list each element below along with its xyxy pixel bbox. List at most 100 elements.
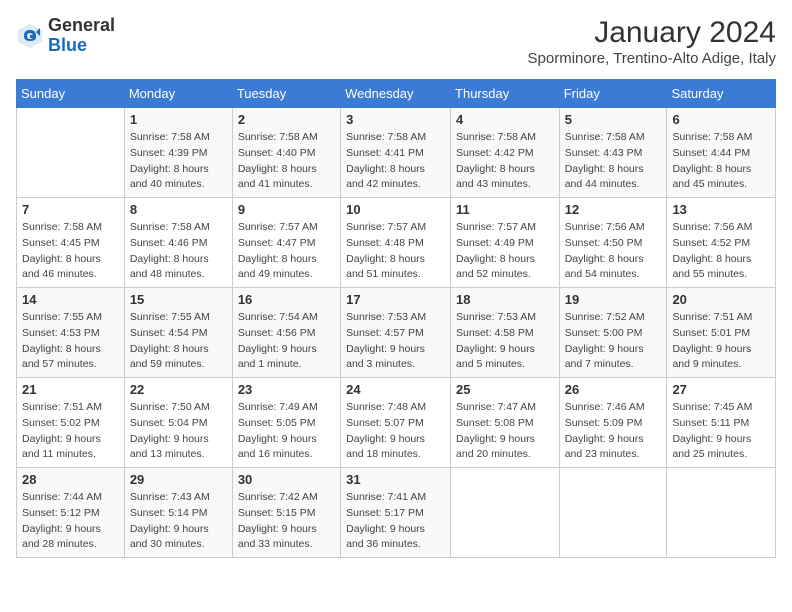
day-info: Sunrise: 7:58 AMSunset: 4:40 PMDaylight:… bbox=[238, 130, 335, 193]
calendar-header-row: SundayMondayTuesdayWednesdayThursdayFrid… bbox=[17, 80, 776, 108]
logo: General Blue bbox=[16, 16, 115, 56]
day-info: Sunrise: 7:48 AMSunset: 5:07 PMDaylight:… bbox=[346, 400, 445, 463]
calendar-cell: 25 Sunrise: 7:47 AMSunset: 5:08 PMDayligh… bbox=[451, 378, 560, 468]
logo-text: General Blue bbox=[48, 16, 115, 56]
day-info: Sunrise: 7:50 AMSunset: 5:04 PMDaylight:… bbox=[130, 400, 227, 463]
day-info: Sunrise: 7:58 AMSunset: 4:41 PMDaylight:… bbox=[346, 130, 445, 193]
day-number: 29 bbox=[130, 472, 227, 487]
day-number: 25 bbox=[456, 382, 554, 397]
day-number: 22 bbox=[130, 382, 227, 397]
day-number: 5 bbox=[565, 112, 662, 127]
day-info: Sunrise: 7:57 AMSunset: 4:48 PMDaylight:… bbox=[346, 220, 445, 283]
day-number: 28 bbox=[22, 472, 119, 487]
calendar-week-row: 14Sunrise: 7:55 AMSunset: 4:53 PMDayligh… bbox=[17, 288, 776, 378]
page-header: General Blue January 2024 Sporminore, Tr… bbox=[16, 16, 776, 67]
calendar-cell: 3 Sunrise: 7:58 AMSunset: 4:41 PMDaylight… bbox=[341, 108, 451, 198]
day-info: Sunrise: 7:53 AMSunset: 4:58 PMDaylight:… bbox=[456, 310, 554, 373]
calendar-cell: 31 Sunrise: 7:41 AMSunset: 5:17 PMDayligh… bbox=[341, 468, 451, 558]
calendar-cell: 17 Sunrise: 7:53 AMSunset: 4:57 PMDayligh… bbox=[341, 288, 451, 378]
calendar-cell bbox=[17, 108, 125, 198]
day-info: Sunrise: 7:56 AMSunset: 4:50 PMDaylight:… bbox=[565, 220, 662, 283]
day-number: 6 bbox=[672, 112, 770, 127]
day-info: Sunrise: 7:58 AMSunset: 4:39 PMDaylight:… bbox=[130, 130, 227, 193]
calendar-cell: 10 Sunrise: 7:57 AMSunset: 4:48 PMDayligh… bbox=[341, 198, 451, 288]
calendar-table: SundayMondayTuesdayWednesdayThursdayFrid… bbox=[16, 79, 776, 558]
column-header-sunday: Sunday bbox=[17, 80, 125, 108]
day-number: 8 bbox=[130, 202, 227, 217]
day-info: Sunrise: 7:44 AMSunset: 5:12 PMDaylight:… bbox=[22, 490, 119, 553]
day-info: Sunrise: 7:57 AMSunset: 4:49 PMDaylight:… bbox=[456, 220, 554, 283]
day-info: Sunrise: 7:47 AMSunset: 5:08 PMDaylight:… bbox=[456, 400, 554, 463]
calendar-cell bbox=[667, 468, 776, 558]
calendar-cell: 9 Sunrise: 7:57 AMSunset: 4:47 PMDaylight… bbox=[232, 198, 340, 288]
calendar-cell: 6Sunrise: 7:58 AMSunset: 4:44 PMDaylight… bbox=[667, 108, 776, 198]
day-number: 17 bbox=[346, 292, 445, 307]
calendar-cell: 1 Sunrise: 7:58 AMSunset: 4:39 PMDaylight… bbox=[124, 108, 232, 198]
location-title: Sporminore, Trentino-Alto Adige, Italy bbox=[528, 50, 776, 67]
day-info: Sunrise: 7:52 AMSunset: 5:00 PMDaylight:… bbox=[565, 310, 662, 373]
day-number: 18 bbox=[456, 292, 554, 307]
day-info: Sunrise: 7:58 AMSunset: 4:46 PMDaylight:… bbox=[130, 220, 227, 283]
calendar-cell: 14Sunrise: 7:55 AMSunset: 4:53 PMDayligh… bbox=[17, 288, 125, 378]
day-number: 21 bbox=[22, 382, 119, 397]
day-number: 24 bbox=[346, 382, 445, 397]
column-header-wednesday: Wednesday bbox=[341, 80, 451, 108]
calendar-cell: 27Sunrise: 7:45 AMSunset: 5:11 PMDayligh… bbox=[667, 378, 776, 468]
calendar-week-row: 7 Sunrise: 7:58 AMSunset: 4:45 PMDaylight… bbox=[17, 198, 776, 288]
day-info: Sunrise: 7:55 AMSunset: 4:54 PMDaylight:… bbox=[130, 310, 227, 373]
day-number: 9 bbox=[238, 202, 335, 217]
calendar-cell: 8 Sunrise: 7:58 AMSunset: 4:46 PMDaylight… bbox=[124, 198, 232, 288]
day-info: Sunrise: 7:43 AMSunset: 5:14 PMDaylight:… bbox=[130, 490, 227, 553]
calendar-cell: 7 Sunrise: 7:58 AMSunset: 4:45 PMDaylight… bbox=[17, 198, 125, 288]
day-info: Sunrise: 7:41 AMSunset: 5:17 PMDaylight:… bbox=[346, 490, 445, 553]
day-number: 30 bbox=[238, 472, 335, 487]
calendar-week-row: 28 Sunrise: 7:44 AMSunset: 5:12 PMDayligh… bbox=[17, 468, 776, 558]
calendar-cell: 13Sunrise: 7:56 AMSunset: 4:52 PMDayligh… bbox=[667, 198, 776, 288]
day-number: 3 bbox=[346, 112, 445, 127]
day-number: 27 bbox=[672, 382, 770, 397]
calendar-cell: 15 Sunrise: 7:55 AMSunset: 4:54 PMDayligh… bbox=[124, 288, 232, 378]
calendar-cell: 5 Sunrise: 7:58 AMSunset: 4:43 PMDaylight… bbox=[559, 108, 667, 198]
month-title: January 2024 bbox=[528, 16, 776, 50]
calendar-week-row: 21 Sunrise: 7:51 AMSunset: 5:02 PMDayligh… bbox=[17, 378, 776, 468]
calendar-cell: 19Sunrise: 7:52 AMSunset: 5:00 PMDayligh… bbox=[559, 288, 667, 378]
calendar-cell: 2 Sunrise: 7:58 AMSunset: 4:40 PMDaylight… bbox=[232, 108, 340, 198]
calendar-cell: 20Sunrise: 7:51 AMSunset: 5:01 PMDayligh… bbox=[667, 288, 776, 378]
calendar-cell: 22 Sunrise: 7:50 AMSunset: 5:04 PMDayligh… bbox=[124, 378, 232, 468]
day-number: 26 bbox=[565, 382, 662, 397]
calendar-cell: 30 Sunrise: 7:42 AMSunset: 5:15 PMDayligh… bbox=[232, 468, 340, 558]
title-area: January 2024 Sporminore, Trentino-Alto A… bbox=[528, 16, 776, 67]
calendar-cell: 28 Sunrise: 7:44 AMSunset: 5:12 PMDayligh… bbox=[17, 468, 125, 558]
day-number: 15 bbox=[130, 292, 227, 307]
day-number: 31 bbox=[346, 472, 445, 487]
day-number: 1 bbox=[130, 112, 227, 127]
day-info: Sunrise: 7:58 AMSunset: 4:43 PMDaylight:… bbox=[565, 130, 662, 193]
day-number: 16 bbox=[238, 292, 335, 307]
day-info: Sunrise: 7:53 AMSunset: 4:57 PMDaylight:… bbox=[346, 310, 445, 373]
calendar-cell: 23Sunrise: 7:49 AMSunset: 5:05 PMDayligh… bbox=[232, 378, 340, 468]
day-info: Sunrise: 7:58 AMSunset: 4:45 PMDaylight:… bbox=[22, 220, 119, 283]
calendar-cell: 16 Sunrise: 7:54 AMSunset: 4:56 PMDayligh… bbox=[232, 288, 340, 378]
day-info: Sunrise: 7:55 AMSunset: 4:53 PMDaylight:… bbox=[22, 310, 119, 373]
column-header-thursday: Thursday bbox=[451, 80, 560, 108]
day-info: Sunrise: 7:57 AMSunset: 4:47 PMDaylight:… bbox=[238, 220, 335, 283]
column-header-monday: Monday bbox=[124, 80, 232, 108]
day-number: 20 bbox=[672, 292, 770, 307]
calendar-cell: 11 Sunrise: 7:57 AMSunset: 4:49 PMDayligh… bbox=[451, 198, 560, 288]
day-number: 2 bbox=[238, 112, 335, 127]
day-info: Sunrise: 7:42 AMSunset: 5:15 PMDaylight:… bbox=[238, 490, 335, 553]
calendar-cell bbox=[451, 468, 560, 558]
day-number: 10 bbox=[346, 202, 445, 217]
calendar-cell: 4 Sunrise: 7:58 AMSunset: 4:42 PMDaylight… bbox=[451, 108, 560, 198]
day-number: 12 bbox=[565, 202, 662, 217]
calendar-cell: 21 Sunrise: 7:51 AMSunset: 5:02 PMDayligh… bbox=[17, 378, 125, 468]
day-number: 7 bbox=[22, 202, 119, 217]
day-number: 11 bbox=[456, 202, 554, 217]
calendar-cell: 12 Sunrise: 7:56 AMSunset: 4:50 PMDayligh… bbox=[559, 198, 667, 288]
day-info: Sunrise: 7:58 AMSunset: 4:42 PMDaylight:… bbox=[456, 130, 554, 193]
logo-icon bbox=[16, 22, 44, 50]
day-info: Sunrise: 7:54 AMSunset: 4:56 PMDaylight:… bbox=[238, 310, 335, 373]
day-info: Sunrise: 7:51 AMSunset: 5:02 PMDaylight:… bbox=[22, 400, 119, 463]
day-number: 4 bbox=[456, 112, 554, 127]
day-info: Sunrise: 7:56 AMSunset: 4:52 PMDaylight:… bbox=[672, 220, 770, 283]
